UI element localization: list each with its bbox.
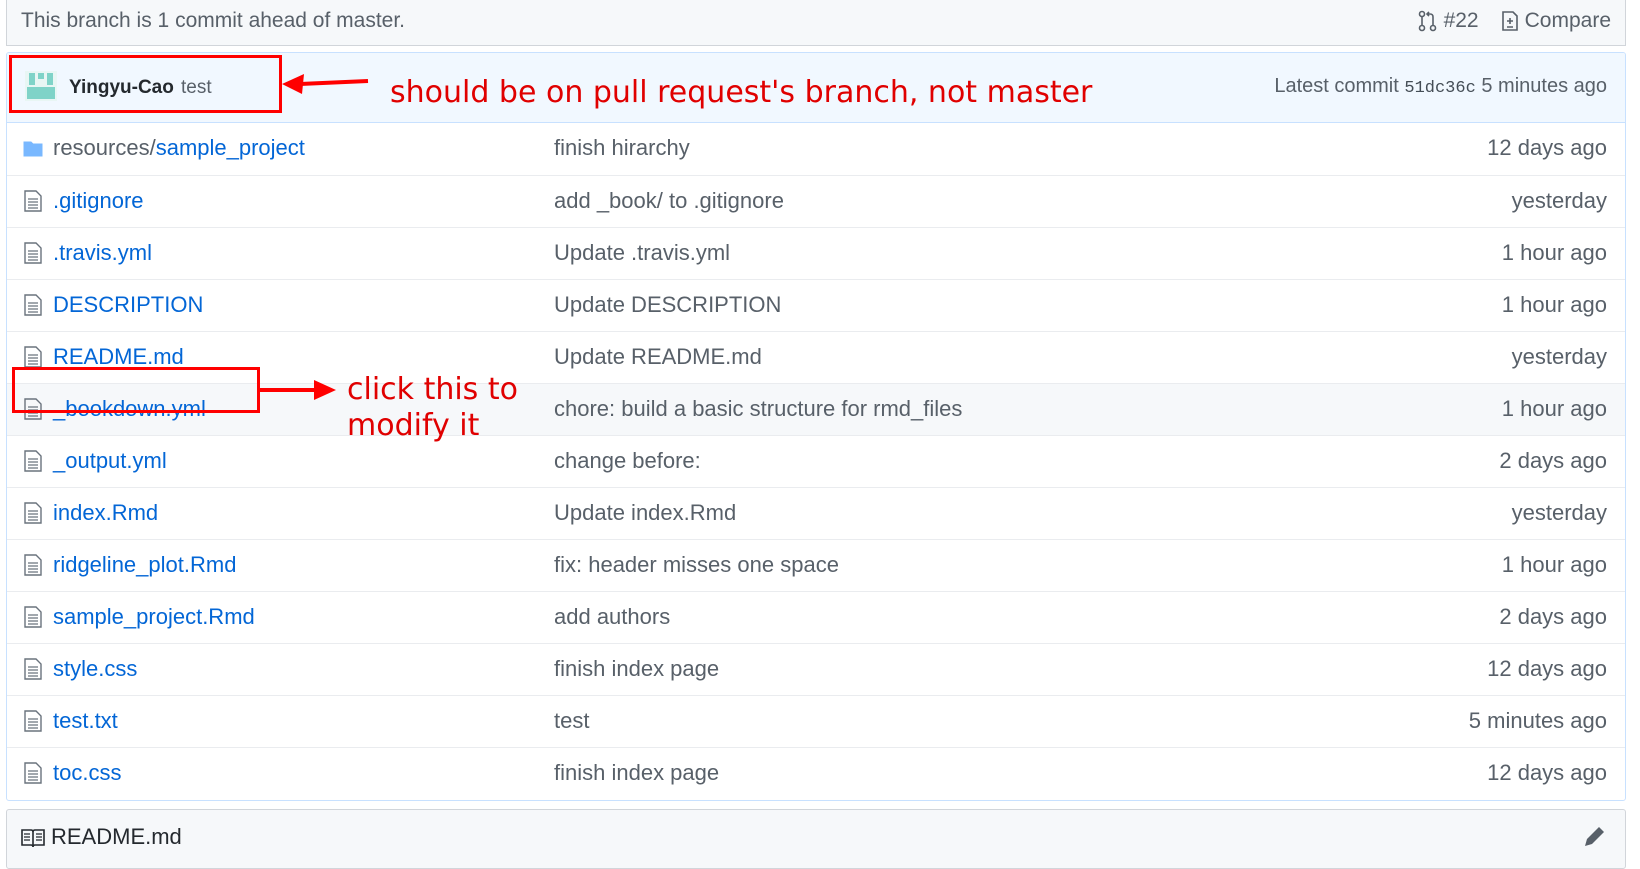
file-name-link[interactable]: index.Rmd	[53, 500, 158, 526]
file-row: _output.yml change before: 2 days ago	[7, 435, 1625, 487]
file-name-link[interactable]: resources/sample_project	[53, 135, 305, 161]
file-name-link[interactable]: .gitignore	[53, 188, 144, 214]
file-commit-message[interactable]: Update index.Rmd	[554, 500, 736, 526]
file-row: DESCRIPTION Update DESCRIPTION 1 hour ag…	[7, 279, 1625, 331]
commit-time: 5 minutes ago	[1481, 75, 1607, 97]
commit-sha[interactable]: 51dc36c	[1404, 79, 1475, 98]
file-commit-message[interactable]: Update DESCRIPTION	[554, 292, 781, 318]
file-commit-age: yesterday	[1511, 188, 1607, 213]
file-icon	[24, 658, 42, 680]
file-commit-message[interactable]: change before:	[554, 448, 701, 474]
pull-request-number: #22	[1443, 9, 1479, 32]
file-commit-message[interactable]: add authors	[554, 604, 670, 630]
file-commit-age: 12 days ago	[1487, 135, 1607, 160]
file-listing: Yingyu-Cao test Latest commit 51dc36c 5 …	[6, 52, 1626, 801]
file-commit-age: 1 hour ago	[1501, 552, 1607, 577]
file-commit-age: yesterday	[1511, 344, 1607, 369]
file-commit-age: 12 days ago	[1487, 656, 1607, 681]
file-icon	[24, 450, 42, 472]
file-row: style.css finish index page 12 days ago	[7, 643, 1625, 695]
file-name-link[interactable]: _output.yml	[53, 448, 167, 474]
file-rows: resources/sample_project finish hirarchy…	[7, 123, 1625, 799]
file-row: toc.css finish index page 12 days ago	[7, 747, 1625, 799]
file-icon	[24, 606, 42, 628]
file-row: .gitignore add _book/ to .gitignore yest…	[7, 175, 1625, 227]
annotation-branch-note: should be on pull request's branch, not …	[390, 75, 1093, 110]
file-commit-age: yesterday	[1511, 500, 1607, 525]
latest-commit-label: Latest commit	[1274, 75, 1399, 97]
file-commit-message[interactable]: add _book/ to .gitignore	[554, 188, 784, 214]
branch-actions: #22 Compare	[1418, 9, 1611, 33]
file-icon	[24, 554, 42, 576]
readme-title: README.md	[51, 824, 182, 849]
file-icon	[24, 294, 42, 316]
file-name-link[interactable]: toc.css	[53, 760, 121, 786]
annotation-box-commit	[9, 55, 282, 113]
branch-status-text: This branch is 1 commit ahead of master.	[21, 9, 405, 32]
file-name-link[interactable]: test.txt	[53, 708, 118, 734]
compare-link[interactable]: Compare	[1501, 9, 1611, 33]
folder-icon	[23, 141, 43, 157]
file-icon	[24, 190, 42, 212]
file-commit-message[interactable]: Update .travis.yml	[554, 240, 730, 266]
file-commit-message[interactable]: finish hirarchy	[554, 135, 690, 161]
file-commit-message[interactable]: chore: build a basic structure for rmd_f…	[554, 396, 962, 422]
arrow-left-icon	[282, 74, 369, 94]
file-commit-age: 12 days ago	[1487, 760, 1607, 785]
file-row: test.txt test 5 minutes ago	[7, 695, 1625, 747]
file-row: ridgeline_plot.Rmd fix: header misses on…	[7, 539, 1625, 591]
file-name-link[interactable]: .travis.yml	[53, 240, 152, 266]
readme-header: README.md	[6, 809, 1626, 869]
file-row: .travis.yml Update .travis.yml 1 hour ag…	[7, 227, 1625, 279]
file-name-link[interactable]: sample_project.Rmd	[53, 604, 255, 630]
file-icon	[24, 762, 42, 784]
annotation-click-note-line1: click this to	[347, 372, 518, 407]
file-icon	[24, 502, 42, 524]
file-commit-age: 2 days ago	[1499, 448, 1607, 473]
file-commit-age: 1 hour ago	[1501, 240, 1607, 265]
file-row: sample_project.Rmd add authors 2 days ag…	[7, 591, 1625, 643]
file-icon	[24, 346, 42, 368]
branch-status-bar: This branch is 1 commit ahead of master.…	[6, 0, 1626, 46]
compare-icon	[1501, 11, 1518, 31]
file-icon	[24, 710, 42, 732]
annotation-box-bookdown	[12, 367, 260, 413]
file-icon	[24, 242, 42, 264]
file-commit-message[interactable]: fix: header misses one space	[554, 552, 839, 578]
file-name-link[interactable]: style.css	[53, 656, 137, 682]
file-commit-age: 2 days ago	[1499, 604, 1607, 629]
file-commit-age: 5 minutes ago	[1468, 708, 1607, 733]
file-commit-age: 1 hour ago	[1501, 396, 1607, 421]
file-name-link[interactable]: ridgeline_plot.Rmd	[53, 552, 236, 578]
pull-request-icon	[1418, 10, 1436, 32]
file-commit-message[interactable]: finish index page	[554, 656, 719, 682]
file-commit-message[interactable]: Update README.md	[554, 344, 762, 370]
file-commit-age: 1 hour ago	[1501, 292, 1607, 317]
pull-request-link[interactable]: #22	[1418, 9, 1479, 33]
file-name-link[interactable]: DESCRIPTION	[53, 292, 203, 318]
file-commit-message[interactable]: finish index page	[554, 760, 719, 786]
compare-label: Compare	[1524, 9, 1611, 32]
annotation-click-note-line2: modify it	[347, 408, 480, 443]
book-icon	[21, 829, 45, 848]
latest-commit-info: Latest commit 51dc36c 5 minutes ago	[1274, 75, 1607, 98]
file-row: index.Rmd Update index.Rmd yesterday	[7, 487, 1625, 539]
file-commit-message[interactable]: test	[554, 708, 589, 734]
arrow-right-icon	[260, 380, 336, 400]
pencil-icon[interactable]	[1581, 824, 1607, 850]
file-row: resources/sample_project finish hirarchy…	[7, 123, 1625, 175]
